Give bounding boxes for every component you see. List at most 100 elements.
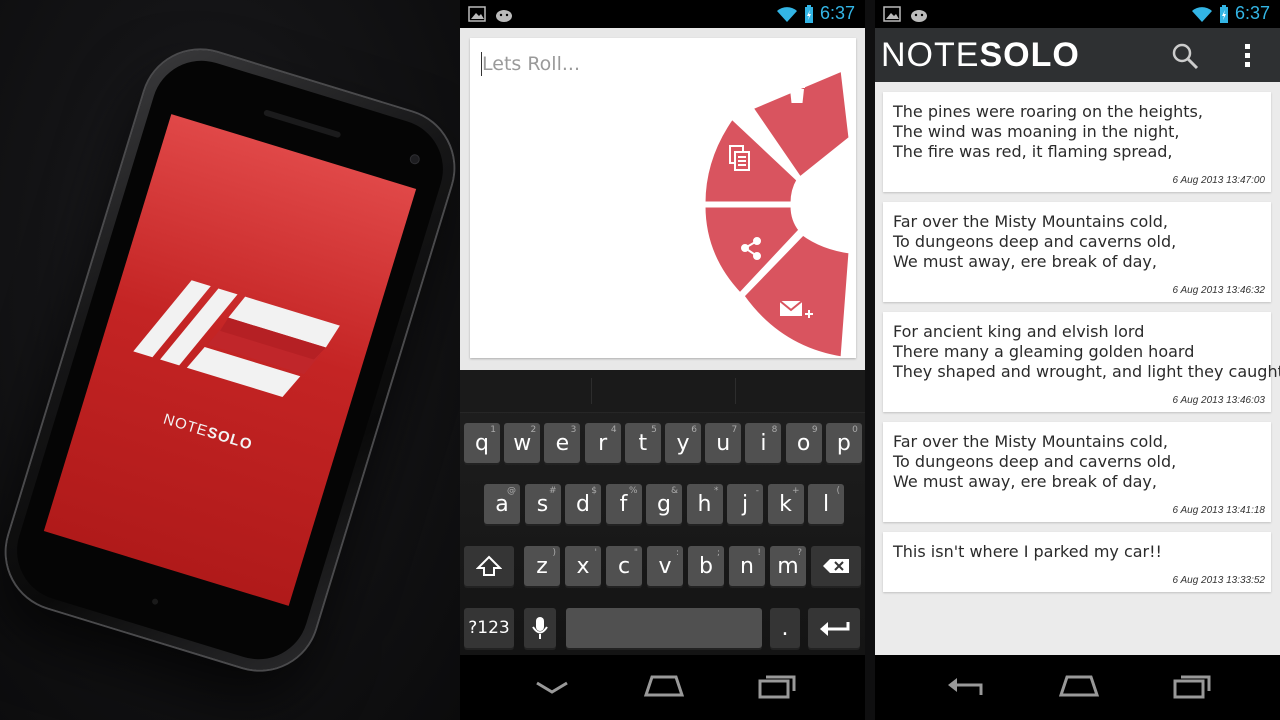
note-preview-text: This isn't where I parked my car!! xyxy=(893,542,1162,561)
note-preview-text: For ancient king and elvish lord There m… xyxy=(893,322,1280,381)
key-label: r xyxy=(598,430,608,456)
voice-input-key[interactable] xyxy=(524,608,556,648)
key-alt-label: 3 xyxy=(570,425,577,435)
nav-recents-icon[interactable] xyxy=(1171,671,1213,701)
key-h[interactable]: h * xyxy=(686,484,723,524)
note-timestamp: 6 Aug 2013 13:46:03 xyxy=(1172,395,1266,406)
note-timestamp: 6 Aug 2013 13:33:52 xyxy=(1172,575,1266,586)
key-alt-label: * xyxy=(714,486,719,496)
key-x[interactable]: x ' xyxy=(565,546,601,586)
key-f[interactable]: f% xyxy=(605,484,642,524)
phone-device: NOTESOLO xyxy=(0,35,460,685)
note-list-item[interactable]: The pines were roaring on the heights, T… xyxy=(883,92,1271,192)
note-timestamp: 6 Aug 2013 13:46:32 xyxy=(1172,285,1266,296)
status-time: 6:37 xyxy=(1234,3,1270,23)
key-s[interactable]: s # xyxy=(524,484,561,524)
editor-screen: 6:37 Lets Roll... q 1 w 2 e 3 r 4 t 5 y … xyxy=(460,0,865,720)
key-label: q xyxy=(475,430,489,456)
key-alt-label: 8 xyxy=(771,425,778,435)
android-notification-icon xyxy=(911,10,927,22)
backspace-key[interactable] xyxy=(811,546,861,586)
key-alt-label: # xyxy=(548,486,557,496)
notesolo-logo-icon xyxy=(133,280,340,397)
key-m[interactable]: m? xyxy=(770,546,806,586)
key-q[interactable]: q1 xyxy=(464,423,500,463)
note-list-item[interactable]: This isn't where I parked my car!! 6 Aug … xyxy=(883,532,1271,592)
key-j[interactable]: j- xyxy=(727,484,763,524)
key-r[interactable]: r4 xyxy=(584,423,621,463)
key-k[interactable]: k + xyxy=(767,484,804,524)
key-d[interactable]: d $ xyxy=(565,484,601,524)
status-bar: 6:37 xyxy=(460,0,865,28)
shift-icon xyxy=(476,555,502,576)
key-label: z xyxy=(536,553,548,579)
radial-action-menu xyxy=(702,67,856,358)
note-list-screen: 6:37 NOTESOLO The pines were roaring on … xyxy=(875,0,1280,720)
key-alt-label: 5 xyxy=(651,425,657,435)
key-label: l xyxy=(822,491,830,517)
note-list-item[interactable]: For ancient king and elvish lord There m… xyxy=(883,312,1280,412)
key-t[interactable]: t5 xyxy=(624,423,661,463)
note-list-item[interactable]: Far over the Misty Mountains cold, To du… xyxy=(883,422,1271,522)
key-n[interactable]: n! xyxy=(729,546,765,586)
nav-back-down-icon[interactable] xyxy=(532,677,572,699)
key-v[interactable]: v: xyxy=(647,546,683,586)
key-alt-label: " xyxy=(633,548,638,558)
key-g[interactable]: g & xyxy=(646,484,682,524)
key-z[interactable]: z) xyxy=(524,546,560,586)
key-y[interactable]: y6 xyxy=(665,423,701,463)
note-list-item[interactable]: Far over the Misty Mountains cold, To du… xyxy=(883,202,1271,302)
period-key[interactable]: . xyxy=(770,608,800,648)
enter-icon xyxy=(820,622,850,636)
note-preview-text: The pines were roaring on the heights, T… xyxy=(893,102,1203,161)
wifi-icon xyxy=(776,6,797,22)
key-label: h xyxy=(697,491,712,517)
key-a[interactable]: a @ xyxy=(484,484,520,524)
key-b[interactable]: b; xyxy=(688,546,724,586)
key-u[interactable]: u7 xyxy=(705,423,742,463)
key-alt-label: ) xyxy=(552,548,556,558)
wifi-icon xyxy=(1191,6,1212,22)
key-label: n xyxy=(740,553,754,579)
key-label: y xyxy=(676,430,690,456)
key-label: w xyxy=(513,430,532,456)
key-p[interactable]: p0 xyxy=(825,423,862,463)
note-card xyxy=(470,38,856,358)
key-w[interactable]: w2 xyxy=(504,423,541,463)
key-label: e xyxy=(555,430,570,456)
key-alt-label: & xyxy=(670,486,678,496)
nav-home-icon[interactable] xyxy=(642,673,686,699)
key-alt-label: 1 xyxy=(490,425,496,435)
trash-icon xyxy=(789,82,805,103)
nav-recents-icon[interactable] xyxy=(756,671,798,701)
key-alt-label: 9 xyxy=(811,425,818,435)
key-label: f xyxy=(619,491,628,517)
key-alt-label: 6 xyxy=(691,425,697,435)
battery-icon xyxy=(1219,4,1228,23)
key-label: t xyxy=(638,430,648,456)
symbols-key[interactable]: ?123 xyxy=(464,608,514,648)
key-c[interactable]: c " xyxy=(606,546,642,586)
space-key[interactable] xyxy=(566,608,762,648)
nav-back-icon[interactable] xyxy=(945,673,985,701)
key-label: c xyxy=(617,553,631,579)
key-i[interactable]: i8 xyxy=(745,423,782,463)
note-timestamp: 6 Aug 2013 13:41:18 xyxy=(1172,505,1266,516)
key-alt-label: 2 xyxy=(530,425,537,435)
search-icon[interactable] xyxy=(1171,42,1199,70)
nav-home-icon[interactable] xyxy=(1057,673,1101,699)
key-alt-label: - xyxy=(755,486,759,496)
key-label: s xyxy=(536,491,549,517)
shift-key[interactable] xyxy=(464,546,514,586)
key-l[interactable]: l( xyxy=(808,484,844,524)
key-label: k xyxy=(779,491,792,517)
key-label: x xyxy=(576,553,590,579)
key-e[interactable]: e3 xyxy=(544,423,581,463)
key-label: j xyxy=(741,491,749,517)
key-o[interactable]: o9 xyxy=(785,423,822,463)
key-alt-label: ( xyxy=(836,486,840,496)
overflow-menu-icon[interactable] xyxy=(1243,42,1253,70)
image-notification-icon xyxy=(883,6,901,22)
enter-key[interactable] xyxy=(808,608,860,648)
phone-camera xyxy=(409,154,420,165)
